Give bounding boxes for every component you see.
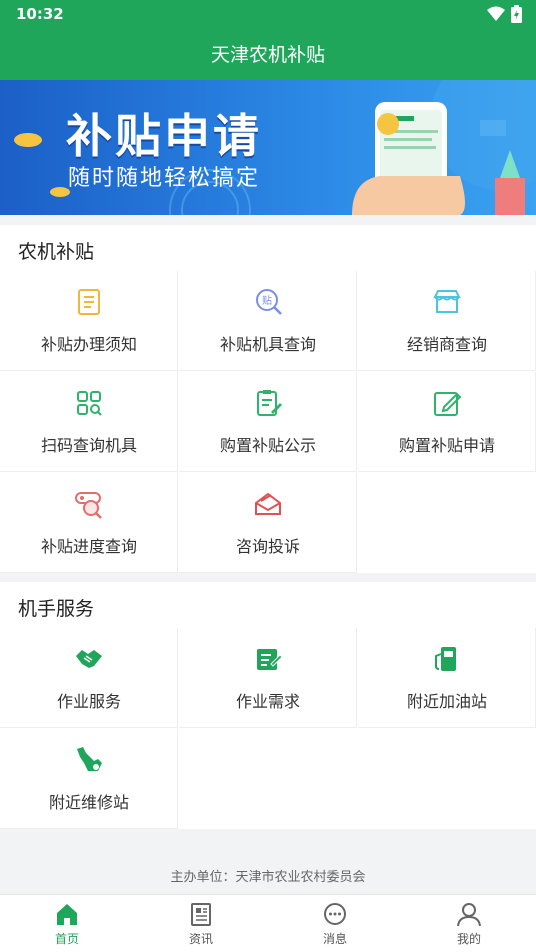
fuel-station-icon [435,647,456,671]
repair-wrench-icon [77,747,102,771]
nav-news[interactable]: 资讯 [134,895,268,952]
page-title: 天津农机补贴 [210,44,325,66]
status-bar: 10:32 [0,0,536,28]
subsidy-item-scan[interactable]: 扫码查询机具 [0,372,178,472]
subsidy-item-label: 咨询投诉 [235,537,300,556]
home-icon [57,904,77,925]
subsidy-item-label: 补贴办理须知 [40,335,137,354]
subsidy-item-label: 扫码查询机具 [40,436,137,455]
subsidy-item-dealer[interactable]: 经销商查询 [358,271,536,371]
subsidy-item-progress[interactable]: 补贴进度查询 [0,473,178,573]
operator-item-work-service[interactable]: 作业服务 [0,628,178,728]
app-header: 10:32 天津农机补贴 [0,0,536,80]
promo-banner[interactable]: 补贴申请 随时随地轻松搞定 [0,80,536,215]
operator-item-work-demand[interactable]: 作业需求 [179,628,357,728]
subsidy-item-label: 补贴机具查询 [219,335,316,354]
section-title: 机手服务 [18,598,95,620]
nav-label: 资讯 [188,932,213,946]
edit-square-icon [434,392,462,416]
banner-title: 补贴申请 [66,109,262,163]
user-icon [457,903,481,927]
envelope-icon [255,492,281,515]
operator-grid: 作业服务 作业需求 附近加油站 附近维修站 [0,628,536,829]
banner-subtitle: 随时随地轻松搞定 [68,166,261,191]
svg-text:贴: 贴 [262,294,272,307]
nav-home[interactable]: 首页 [0,895,134,952]
operator-item-gas-station[interactable]: 附近加油站 [358,628,536,728]
operator-item-label: 附近加油站 [406,692,487,711]
subsidy-item-label: 补贴进度查询 [40,537,137,556]
nav-label: 消息 [322,932,347,946]
note-pen-icon [257,649,283,670]
host-organization: 主办单位：天津市农业农村委员会 [170,870,366,885]
wifi-icon [487,6,505,21]
operator-item-label: 附近维修站 [48,793,129,812]
subsidy-item-label: 经销商查询 [406,335,487,354]
subsidy-item-notice[interactable]: 补贴办理须知 [0,271,178,371]
subsidy-item-publicity[interactable]: 购置补贴公示 [179,372,357,472]
subsidy-grid: 补贴办理须知 贴 补贴机具查询 经销商查询 扫码查询机具 购置补贴公示 购置补贴… [0,271,536,573]
progress-search-icon [75,492,102,519]
subsidy-item-machine-search[interactable]: 贴 补贴机具查询 [179,271,357,371]
document-list-icon [78,289,100,315]
status-icons [487,5,522,23]
section-title: 农机补贴 [18,241,95,263]
status-time: 10:32 [16,5,64,23]
subsidy-item-complaint[interactable]: 咨询投诉 [179,473,357,573]
subsidy-item-label: 购置补贴公示 [219,436,316,455]
bottom-nav: 首页 资讯 消息 我的 [0,894,536,952]
clipboard-edit-icon [257,390,282,416]
nav-label: 首页 [54,932,79,946]
subsidy-section: 农机补贴 补贴办理须知 贴 补贴机具查询 经销商查询 扫码查询机具 购置补贴公示… [0,225,536,573]
operator-item-label: 作业需求 [235,692,300,711]
operator-item-repair-station[interactable]: 附近维修站 [0,729,178,829]
scan-grid-icon [77,391,102,416]
search-subsidy-icon: 贴 [256,289,282,315]
operator-section: 机手服务 作业服务 作业需求 附近加油站 附近维修站 [0,582,536,829]
storefront-icon [433,290,461,313]
subsidy-item-label: 购置补贴申请 [398,436,495,455]
nav-messages[interactable]: 消息 [268,895,402,952]
nav-profile[interactable]: 我的 [402,895,536,952]
subsidy-item-apply[interactable]: 购置补贴申请 [358,372,536,472]
handshake-icon [76,650,102,668]
message-icon [324,903,346,925]
operator-item-label: 作业服务 [56,692,121,711]
battery-icon [511,5,522,23]
nav-label: 我的 [456,932,481,946]
news-icon [191,903,211,926]
